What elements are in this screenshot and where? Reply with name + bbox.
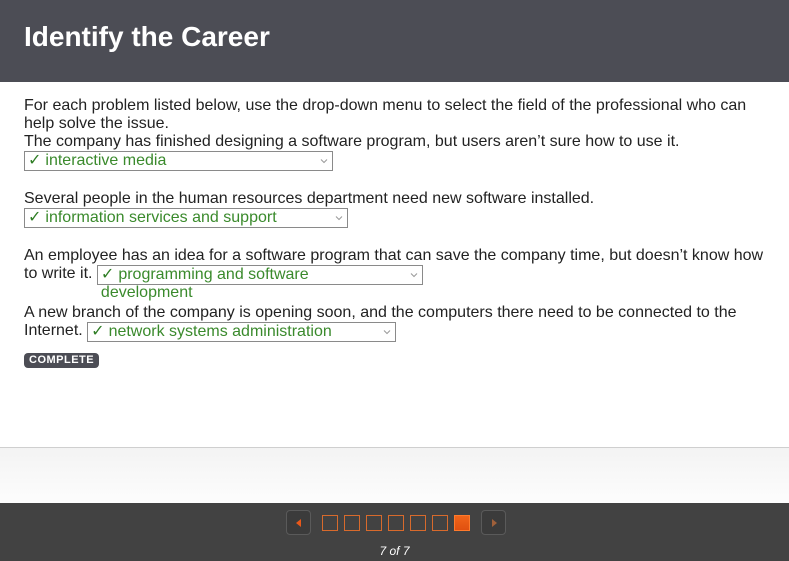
answer-dropdown-2[interactable]: ✓ information services and support	[24, 208, 348, 228]
problem-4: A new branch of the company is opening s…	[24, 304, 769, 342]
dropdown-value: programming and software development	[100, 266, 309, 301]
chevron-down-icon	[335, 216, 343, 221]
page-1-button[interactable]	[322, 515, 338, 531]
arrow-right-icon	[491, 518, 497, 527]
problem-2: Several people in the human resources de…	[24, 190, 769, 228]
chevron-down-icon	[320, 159, 328, 164]
answer-dropdown-4[interactable]: ✓ network systems administration	[87, 322, 397, 342]
page-3-button[interactable]	[366, 515, 382, 531]
pagination-bar: 7 of 7	[0, 503, 789, 561]
page-6-button[interactable]	[432, 515, 448, 531]
complete-badge: COMPLETE	[24, 353, 100, 368]
problem-text: The company has finished designing a sof…	[24, 133, 680, 150]
dropdown-value: interactive media	[45, 152, 167, 169]
check-icon: ✓	[28, 152, 42, 169]
page-2-button[interactable]	[344, 515, 360, 531]
chevron-down-icon	[410, 273, 418, 278]
page-counter: 7 of 7	[379, 544, 410, 558]
page-title: Identify the Career	[24, 21, 270, 52]
check-icon: ✓	[100, 266, 115, 283]
problem-text: Several people in the human resources de…	[24, 190, 595, 207]
answer-dropdown-3[interactable]: ✓ programming and software development	[96, 265, 423, 301]
question-content: For each problem listed below, use the d…	[24, 97, 769, 342]
dropdown-value: network systems administration	[108, 323, 332, 340]
problem-3: An employee has an idea for a software p…	[24, 247, 769, 301]
header-bar: Identify the Career	[0, 0, 789, 82]
page-4-button[interactable]	[388, 515, 404, 531]
problem-1: The company has finished designing a sof…	[24, 133, 769, 171]
page-7-button[interactable]	[454, 515, 470, 531]
check-icon: ✓	[91, 323, 105, 340]
check-icon: ✓	[28, 209, 42, 226]
answer-dropdown-1[interactable]: ✓ interactive media	[24, 151, 333, 171]
page-5-button[interactable]	[410, 515, 426, 531]
next-button[interactable]	[481, 510, 506, 535]
arrow-left-icon	[295, 518, 301, 527]
footer-area	[0, 447, 789, 503]
instructions: For each problem listed below, use the d…	[24, 97, 747, 132]
previous-button[interactable]	[286, 510, 311, 535]
dropdown-value: information services and support	[45, 209, 277, 226]
chevron-down-icon	[383, 330, 391, 335]
